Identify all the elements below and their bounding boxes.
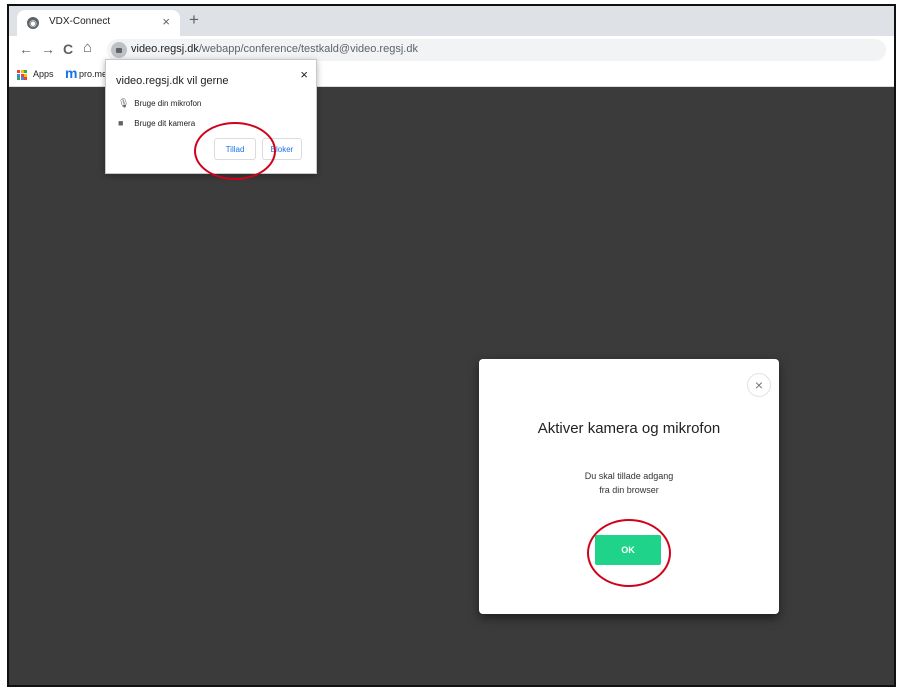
tab-close-icon[interactable]: × <box>162 14 170 29</box>
back-icon[interactable]: ← <box>19 41 33 57</box>
tab-title: VDX-Connect <box>49 16 111 27</box>
permission-camera-row: ■ Bruge dit kamera <box>118 118 195 128</box>
microphone-icon: 🎙 <box>118 98 130 108</box>
dialog-message-line2: fra din browser <box>599 485 659 495</box>
permission-mic-row: 🎙 Bruge din mikrofon <box>118 98 201 109</box>
browser-window: ◉ VDX-Connect × + ← → C ⌂ video.regsj.dk… <box>7 4 896 687</box>
home-icon[interactable]: ⌂ <box>83 39 92 56</box>
tab-strip: ◉ VDX-Connect × + <box>9 6 894 36</box>
lock-icon[interactable] <box>111 42 127 58</box>
popup-close-icon[interactable]: × <box>300 67 308 82</box>
new-tab-icon[interactable]: + <box>189 10 199 30</box>
annotation-circle-allow <box>194 122 276 180</box>
m-logo-icon[interactable]: m <box>65 65 77 81</box>
reload-icon[interactable]: C <box>63 41 73 57</box>
dialog-message: Du skal tillade adgang fra din browser <box>479 469 779 497</box>
permission-title: video.regsj.dk vil gerne <box>116 75 229 87</box>
browser-tab[interactable]: ◉ VDX-Connect × <box>17 10 180 36</box>
address-bar[interactable]: video.regsj.dk/webapp/conference/testkal… <box>107 39 886 61</box>
url-path: /webapp/conference/testkald@video.regsj.… <box>198 43 418 55</box>
permission-mic-label: Bruge din mikrofon <box>134 99 202 108</box>
camera-icon: ■ <box>118 118 124 128</box>
camera-permission-dialog: × Aktiver kamera og mikrofon Du skal til… <box>479 359 779 614</box>
url-text[interactable]: video.regsj.dk/webapp/conference/testkal… <box>131 43 418 55</box>
dialog-close-icon[interactable]: × <box>747 373 771 397</box>
permission-popup: video.regsj.dk vil gerne × 🎙 Bruge din m… <box>105 59 317 180</box>
bookmark-apps[interactable]: Apps <box>33 69 54 79</box>
permission-camera-label: Bruge dit kamera <box>134 119 196 128</box>
globe-icon: ◉ <box>27 17 39 29</box>
annotation-circle-ok <box>587 519 671 587</box>
dialog-title: Aktiver kamera og mikrofon <box>537 420 721 437</box>
dialog-message-line1: Du skal tillade adgang <box>584 471 674 481</box>
apps-grid-icon[interactable] <box>17 70 27 80</box>
forward-icon[interactable]: → <box>41 41 55 57</box>
url-host: video.regsj.dk <box>131 43 199 55</box>
